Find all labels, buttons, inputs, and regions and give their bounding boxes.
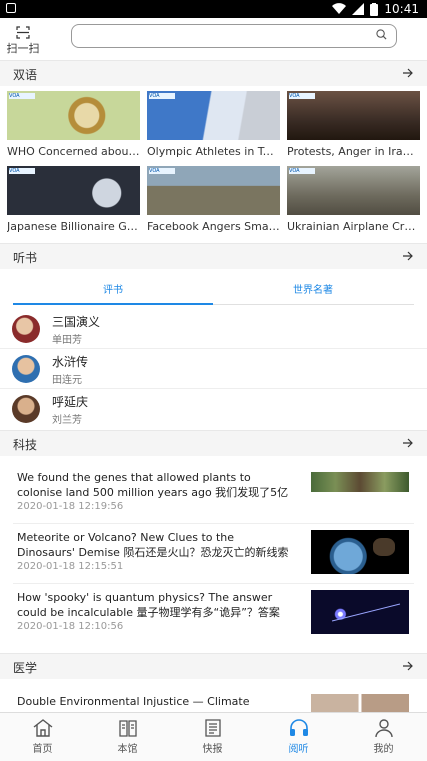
nav-label: 本馆 xyxy=(117,744,138,755)
news-title: We found the genes that allowed plants t… xyxy=(17,471,289,499)
avatar xyxy=(12,395,40,423)
voa-logo: VOA xyxy=(289,168,315,174)
voa-logo: VOA xyxy=(9,93,35,99)
news-title: Meteorite or Volcano? New Clues to the D… xyxy=(17,531,289,559)
news-date: 2020-01-18 12:15:51 xyxy=(17,561,124,572)
article-caption: WHO Concerned about P... xyxy=(7,145,140,158)
nav-library[interactable]: 本馆 xyxy=(85,713,170,761)
bilingual-item[interactable]: VOA Ukrainian Airplane Crash... xyxy=(287,166,420,234)
article-image: VOA xyxy=(287,91,420,140)
list-item[interactable]: 三国演义 单田芳 xyxy=(0,309,427,349)
arrow-right-icon[interactable] xyxy=(402,660,414,672)
section-title: 科技 xyxy=(13,438,38,452)
section-header-listen[interactable]: 听书 xyxy=(0,243,427,269)
book-title: 呼延庆 xyxy=(52,395,89,409)
news-thumbnail xyxy=(311,590,409,634)
battery-icon xyxy=(370,2,379,16)
top-bar: 扫一扫 xyxy=(0,18,427,61)
scan-label: 扫一扫 xyxy=(6,42,40,55)
bilingual-item[interactable]: VOA WHO Concerned about P... xyxy=(7,91,140,159)
arrow-right-icon[interactable] xyxy=(402,437,414,449)
status-bar: 10:41 xyxy=(0,0,427,18)
nav-label: 阅听 xyxy=(288,744,309,755)
book-author: 田连元 xyxy=(52,375,82,386)
article-image: VOA xyxy=(7,91,140,140)
bilingual-item[interactable]: VOA Protests, Anger in Iran O... xyxy=(287,91,420,159)
article-image: VOA xyxy=(147,166,280,215)
list-item[interactable]: 呼延庆 刘兰芳 xyxy=(0,389,427,429)
voa-logo: VOA xyxy=(149,168,175,174)
article-image: VOA xyxy=(147,91,280,140)
list-item[interactable]: Meteorite or Volcano? New Clues to the D… xyxy=(0,524,427,584)
bilingual-item[interactable]: VOA Japanese Billionaire Give... xyxy=(7,166,140,234)
clock: 10:41 xyxy=(384,2,419,16)
nav-label: 我的 xyxy=(373,744,394,755)
article-caption: Protests, Anger in Iran O... xyxy=(287,145,420,158)
voa-logo: VOA xyxy=(289,93,315,99)
section-header-science[interactable]: 科技 xyxy=(0,430,427,456)
tab-indicator xyxy=(13,303,213,305)
bilingual-item[interactable]: VOA Olympic Athletes in Toky... xyxy=(147,91,280,159)
avatar xyxy=(12,315,40,343)
arrow-right-icon[interactable] xyxy=(402,67,414,79)
book-author: 单田芳 xyxy=(52,335,82,346)
nav-label: 首页 xyxy=(32,744,53,755)
article-image: VOA xyxy=(287,166,420,215)
headphones-icon xyxy=(289,719,308,736)
nav-label: 快报 xyxy=(202,744,223,755)
section-header-medicine[interactable]: 医学 xyxy=(0,653,427,679)
tab-pingshu[interactable]: 评书 xyxy=(13,281,213,296)
list-item[interactable]: 水浒传 田连元 xyxy=(0,349,427,389)
bottom-nav: 首页 本馆 快报 阅听 我的 xyxy=(0,712,427,761)
list-item[interactable]: How 'spooky' is quantum physics? The ans… xyxy=(0,584,427,644)
article-caption: Ukrainian Airplane Crash... xyxy=(287,220,420,233)
voa-logo: VOA xyxy=(9,168,35,174)
news-title: How 'spooky' is quantum physics? The ans… xyxy=(17,591,280,619)
tab-world-classics[interactable]: 世界名著 xyxy=(213,281,413,296)
section-title: 医学 xyxy=(13,661,38,675)
book-author: 刘兰芳 xyxy=(52,415,82,426)
article-caption: Facebook Angers Small ... xyxy=(147,220,280,233)
arrow-right-icon[interactable] xyxy=(402,250,414,262)
article-caption: Japanese Billionaire Give... xyxy=(7,220,140,233)
scan-icon xyxy=(16,26,30,39)
search-input[interactable] xyxy=(71,24,397,48)
book-title: 水浒传 xyxy=(52,355,89,369)
nav-profile[interactable]: 我的 xyxy=(341,713,426,761)
bilingual-item[interactable]: VOA Facebook Angers Small ... xyxy=(147,166,280,234)
voa-logo: VOA xyxy=(149,93,175,99)
scan-button[interactable]: 扫一扫 xyxy=(4,24,42,58)
news-thumbnail xyxy=(311,472,409,492)
nav-bulletin[interactable]: 快报 xyxy=(170,713,255,761)
list-item[interactable]: We found the genes that allowed plants t… xyxy=(0,464,427,524)
wifi-icon xyxy=(332,3,347,15)
library-icon xyxy=(118,720,137,737)
bulletin-icon xyxy=(204,719,221,737)
news-date: 2020-01-18 12:19:56 xyxy=(17,501,124,512)
section-title: 双语 xyxy=(13,68,38,82)
article-image: VOA xyxy=(7,166,140,215)
search-icon xyxy=(376,29,387,40)
user-icon xyxy=(374,719,393,738)
book-title: 三国演义 xyxy=(52,315,101,329)
listen-tabs: 评书 世界名著 xyxy=(13,276,414,305)
section-header-bilingual[interactable]: 双语 xyxy=(0,60,427,86)
avatar xyxy=(12,355,40,383)
article-caption: Olympic Athletes in Toky... xyxy=(147,145,280,158)
news-date: 2020-01-18 12:10:56 xyxy=(17,621,124,632)
home-icon xyxy=(33,719,52,737)
nav-home[interactable]: 首页 xyxy=(0,713,85,761)
nav-read-listen[interactable]: 阅听 xyxy=(256,713,341,761)
news-thumbnail xyxy=(311,530,409,574)
notification-icon xyxy=(6,3,16,13)
signal-icon xyxy=(352,3,365,15)
section-title: 听书 xyxy=(13,251,38,265)
